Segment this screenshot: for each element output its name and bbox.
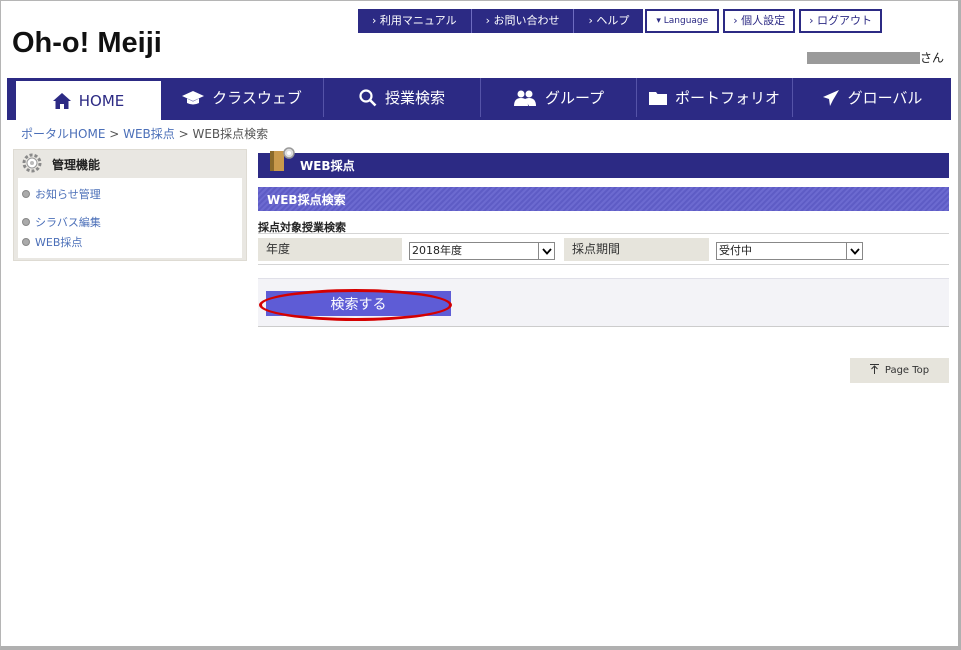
- nav-home-label: HOME: [78, 91, 125, 110]
- search-form-row: 年度 2018年度 採点期間 受付中: [258, 233, 949, 265]
- home-icon: [52, 92, 71, 109]
- chevron-down-icon: [538, 243, 554, 259]
- sidebar-item-label: WEB採点: [35, 236, 83, 249]
- contact-link[interactable]: › お問い合わせ: [472, 9, 575, 33]
- sidebar-item-label: シラバス編集: [35, 215, 101, 229]
- sidebar-menu: お知らせ管理 シラバス編集 WEB採点: [18, 178, 242, 258]
- page-top-button[interactable]: Page Top: [850, 358, 949, 383]
- sidebar-item-web-grading[interactable]: WEB採点: [18, 231, 242, 253]
- nav-course-search-label: 授業検索: [384, 89, 445, 107]
- logout-link[interactable]: › ログアウト: [799, 9, 882, 33]
- bullet-icon: [22, 189, 30, 198]
- nav-global[interactable]: グローバル: [793, 78, 951, 117]
- nav-global-label: グローバル: [847, 89, 923, 107]
- breadcrumb-separator: >: [105, 127, 124, 141]
- nav-classweb-label: クラスウェブ: [212, 89, 302, 107]
- period-select[interactable]: 受付中: [716, 242, 863, 260]
- sidebar-header: 管理機能: [14, 150, 246, 178]
- section-header-bar: WEB採点検索: [258, 187, 949, 211]
- nav-group[interactable]: グループ: [481, 78, 637, 117]
- chevron-down-icon: [846, 243, 862, 259]
- section-title: WEB採点検索: [267, 192, 346, 207]
- utility-bar: › 利用マニュアル › お問い合わせ › ヘルプ ▾ Language › 個人…: [358, 9, 882, 33]
- main-nav: HOME クラスウェブ 授業検索 グループ ポートフォリオ グローバル: [7, 78, 951, 120]
- book-gear-icon: [268, 145, 296, 178]
- nav-portfolio[interactable]: ポートフォリオ: [637, 78, 793, 117]
- folder-icon: [648, 91, 667, 105]
- breadcrumb-separator: >: [174, 127, 193, 141]
- personal-settings-link[interactable]: › 個人設定: [723, 9, 796, 33]
- breadcrumb-portal-home[interactable]: ポータルHOME: [21, 127, 105, 141]
- bullet-icon: [22, 238, 30, 246]
- nav-group-label: グループ: [544, 89, 605, 107]
- breadcrumb-current: WEB採点検索: [192, 127, 269, 141]
- group-icon: [513, 90, 537, 106]
- nav-home[interactable]: HOME: [16, 81, 161, 120]
- year-label: 年度: [258, 238, 402, 261]
- page-title: WEB採点: [300, 159, 355, 173]
- sidebar-item-syllabus-edit[interactable]: シラバス編集: [18, 206, 242, 231]
- nav-classweb[interactable]: クラスウェブ: [161, 78, 324, 117]
- bullet-icon: [22, 217, 30, 226]
- year-selected-value: 2018年度: [412, 244, 462, 257]
- sidebar-item-label: お知らせ管理: [35, 187, 101, 201]
- breadcrumb-web-grading[interactable]: WEB採点: [123, 127, 175, 141]
- gear-icon: [20, 151, 44, 178]
- search-button[interactable]: 検索する: [266, 291, 451, 316]
- help-link[interactable]: › ヘルプ: [574, 9, 643, 33]
- browser-frame: › 利用マニュアル › お問い合わせ › ヘルプ ▾ Language › 個人…: [0, 0, 961, 650]
- sidebar: 管理機能 お知らせ管理 シラバス編集 WEB採点: [13, 149, 247, 261]
- user-name: さん: [807, 49, 944, 66]
- search-icon: [359, 88, 377, 107]
- search-button-area: 検索する: [258, 278, 949, 327]
- sidebar-title: 管理機能: [52, 157, 101, 172]
- arrow-up-icon: [869, 364, 879, 377]
- site-logo[interactable]: Oh-o! Meiji: [12, 27, 162, 60]
- airplane-icon: [822, 89, 840, 107]
- manual-link[interactable]: › 利用マニュアル: [358, 9, 472, 33]
- page-header-bar: WEB採点: [258, 147, 949, 178]
- redacted-username: [807, 51, 920, 64]
- utility-links: › 利用マニュアル › お問い合わせ › ヘルプ: [358, 9, 644, 33]
- language-dropdown[interactable]: ▾ Language: [645, 9, 720, 33]
- period-selected-value: 受付中: [719, 244, 752, 257]
- sidebar-item-notice-management[interactable]: お知らせ管理: [18, 181, 242, 206]
- nav-course-search[interactable]: 授業検索: [324, 78, 481, 117]
- period-label: 採点期間: [564, 238, 709, 261]
- breadcrumb: ポータルHOME > WEB採点 > WEB採点検索: [21, 125, 268, 142]
- year-select[interactable]: 2018年度: [409, 242, 555, 260]
- nav-portfolio-label: ポートフォリオ: [674, 89, 780, 107]
- page-top-label: Page Top: [884, 365, 930, 376]
- graduation-cap-icon: [182, 90, 205, 106]
- user-suffix: さん: [920, 51, 945, 65]
